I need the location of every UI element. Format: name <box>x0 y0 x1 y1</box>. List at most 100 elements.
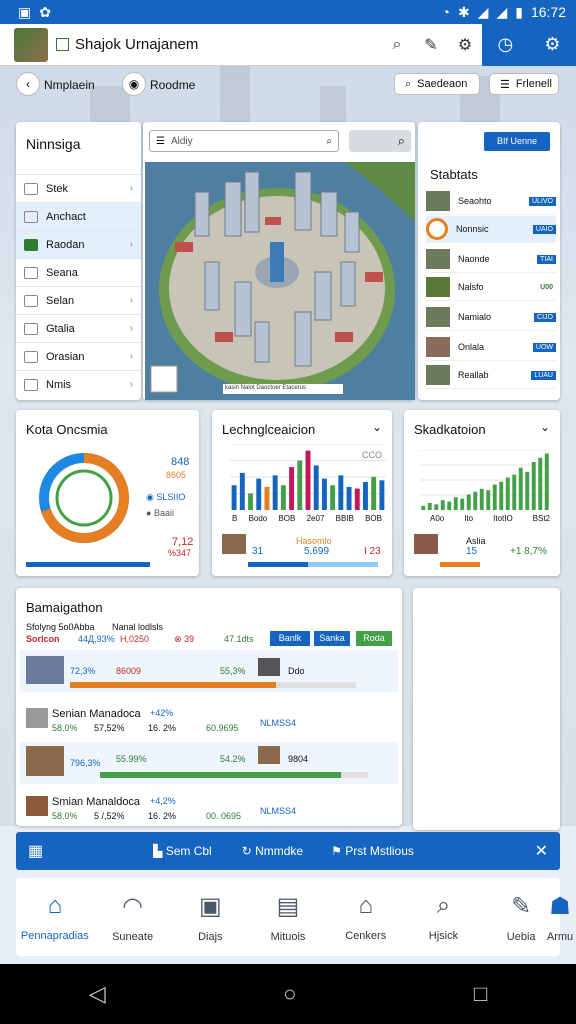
nav-item-selan[interactable]: Selan › <box>16 286 141 314</box>
row-percent: 58.0% <box>52 723 78 733</box>
chevron-down-icon[interactable]: ⌄ <box>540 420 550 434</box>
bottom-nav-suneate[interactable]: ◠ Suneate <box>94 878 172 956</box>
summary-value: 47.1dts <box>224 634 254 644</box>
city-map-image[interactable]: kasin Nalot Daoctoer Etacerus <box>145 162 415 400</box>
back-label[interactable]: Nmplaein <box>44 78 95 92</box>
row-value: 55.99% <box>116 754 147 764</box>
nav-item-stek[interactable]: Stek › <box>16 174 141 202</box>
city-island-illustration <box>145 162 415 400</box>
home-circle-icon[interactable]: ○ <box>283 981 296 1007</box>
thumbnail <box>222 534 246 554</box>
kpi-title: Lechnglceaicion <box>222 422 316 437</box>
close-icon[interactable]: ✕ <box>535 841 548 861</box>
team-icon: ☗ <box>549 892 571 920</box>
row-value: 16. 2% <box>148 723 177 733</box>
bottom-nav-mituois[interactable]: ▤ Mituois <box>249 878 327 956</box>
back-triangle-icon[interactable]: ◁ <box>89 981 106 1007</box>
table-row[interactable]: Smian Manaldoca +4,2% 58.0% 5 /,52% 16. … <box>20 794 398 824</box>
search-icon: ⌕ <box>436 892 451 919</box>
bar <box>421 505 426 510</box>
bar <box>518 467 523 510</box>
row-tag: NLMSS4 <box>260 718 297 728</box>
stats-row[interactable]: Naonde TIAI <box>426 246 556 273</box>
map-search-input[interactable]: ☰ Aldiy ⌕ <box>149 130 339 152</box>
clock-icon[interactable]: ◷ <box>498 34 514 55</box>
table-row[interactable]: 796,3% 55.99% 54.2% 9804 <box>20 742 398 784</box>
row-value: 60.9695 <box>206 723 239 733</box>
back-button[interactable]: ‹ <box>16 72 40 96</box>
edit-icon[interactable]: ✎ <box>414 35 448 55</box>
recents-square-icon[interactable]: □ <box>474 981 487 1007</box>
bottom-nav-diajs[interactable]: ▣ Diajs <box>171 878 249 956</box>
subnav-item[interactable]: Roodme <box>150 78 195 92</box>
bottom-nav-home[interactable]: ⌂ Pennapradias <box>16 878 94 956</box>
stats-row[interactable]: Reallab LUAU <box>426 362 556 389</box>
status-badge: UAIO <box>532 224 556 234</box>
stats-row[interactable]: Seaohto ULIVO <box>426 188 556 215</box>
mail-icon <box>24 378 38 391</box>
stats-action-button[interactable]: BIf Uenne <box>484 132 550 151</box>
nav-item-orasian[interactable]: Orasian › <box>16 342 141 370</box>
row-tag: NLMSS4 <box>260 806 297 816</box>
nav-item-seana[interactable]: Seana <box>16 258 141 286</box>
action-call[interactable]: ▙ Sem Cbl <box>153 844 212 858</box>
progress-bar <box>308 562 378 567</box>
chevron-down-icon[interactable]: ⌄ <box>372 420 382 434</box>
bottom-nav-cenkers[interactable]: ⌂ Cenkers <box>327 878 405 956</box>
filter-chip[interactable]: Sanka <box>314 631 350 646</box>
nav-item-anchact[interactable]: Anchact <box>16 202 141 230</box>
table-row[interactable]: 72,3% 86009 55,3% Ddo <box>20 650 398 692</box>
bar <box>427 502 432 510</box>
nav-panel-title: Ninnsiga <box>26 136 81 152</box>
map-search-button[interactable]: ⌕ <box>349 130 411 152</box>
wifi-icon: ◢ <box>496 3 508 20</box>
kpi-value: I 23 <box>364 546 381 557</box>
thumbnail <box>426 191 450 211</box>
lock-icon: ▙ <box>153 844 166 858</box>
donut-chart <box>39 453 129 543</box>
stats-row[interactable]: Onlala UOW <box>426 334 556 361</box>
nav-item-nmis[interactable]: Nmis › <box>16 370 141 398</box>
ring-icon <box>426 218 448 240</box>
stats-row[interactable]: Nonnsic UAIO <box>426 216 556 243</box>
nav-item-gtalia[interactable]: Gtalia › <box>16 314 141 342</box>
friends-button[interactable]: ☰ Frlenell <box>489 73 559 95</box>
bar <box>531 462 536 510</box>
bar <box>239 472 245 510</box>
row-tag: Ddo <box>288 666 305 676</box>
settings-icon[interactable]: ⚙ <box>544 34 560 55</box>
progress-track <box>100 772 368 778</box>
nav-item-raodan[interactable]: Raodan › <box>16 230 141 258</box>
status-bar: ▣ ✿ ◔ ✱ ◢ ◢ ▮ 16:72 <box>0 0 576 24</box>
filter-chip[interactable]: Banlk <box>270 631 310 646</box>
stats-row[interactable]: Namialo CIJO <box>426 304 556 331</box>
search-icon[interactable]: ⌕ <box>380 36 414 54</box>
action-reminder[interactable]: ↻ Nmmdke <box>242 844 303 858</box>
status-time: 16:72 <box>530 4 566 20</box>
bar-chart <box>230 444 386 510</box>
bar <box>379 480 385 510</box>
kpi-label: Aslia <box>466 536 486 546</box>
status-badge: CIJO <box>534 312 556 322</box>
bar <box>371 477 377 510</box>
gear-icon[interactable]: ⚙ <box>448 35 482 55</box>
bar <box>434 504 439 510</box>
arc-icon: ◠ <box>122 892 144 920</box>
bar-chart <box>420 450 550 510</box>
row-value: 57,52% <box>94 723 125 733</box>
filter-chip[interactable]: Roda <box>356 631 392 646</box>
kpi-value: +1 8,7% <box>510 546 547 557</box>
search-filter-button[interactable]: ⌕ Saedeaon <box>394 73 480 95</box>
clipboard-icon: ▤ <box>276 892 300 920</box>
bar <box>486 490 491 510</box>
bar <box>264 486 270 510</box>
stats-row[interactable]: Nalsfo U00 <box>426 274 556 301</box>
table-row[interactable]: Senian Manadoca +42% 58.0% 57,52% 16. 2%… <box>20 706 398 736</box>
title-checkbox[interactable] <box>56 38 69 51</box>
bottom-nav-hjsick[interactable]: ⌕ Hjsick <box>405 878 483 956</box>
status-badge: LUAU <box>531 370 556 380</box>
action-details[interactable]: ⚑ Prst Mstlious <box>331 844 414 858</box>
document-icon <box>24 294 38 307</box>
profile-icon[interactable]: ◉ <box>122 72 146 96</box>
grid-icon[interactable]: ▦ <box>28 841 43 861</box>
